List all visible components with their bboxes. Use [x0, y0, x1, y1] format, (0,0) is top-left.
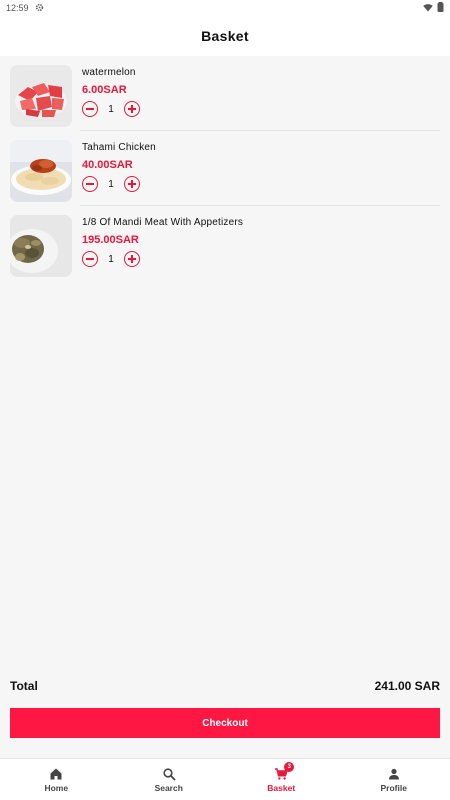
checkout-button[interactable]: Checkout	[10, 708, 440, 738]
item-price: 6.00SAR	[82, 84, 127, 96]
wifi-icon	[423, 3, 433, 14]
status-bar: 12:59	[0, 0, 450, 16]
decrease-quantity-button[interactable]	[82, 176, 98, 192]
person-icon	[388, 768, 399, 779]
page-title: Basket	[201, 28, 249, 44]
total-label: Total	[10, 679, 38, 693]
basket-item: Tahami Chicken 40.00SAR 1	[0, 131, 450, 206]
total-value: 241.00 SAR	[374, 679, 440, 693]
battery-icon	[437, 2, 444, 14]
item-price: 195.00SAR	[82, 234, 139, 246]
basket-count-badge: 3	[284, 762, 295, 772]
app-bar: Basket	[0, 16, 450, 56]
nav-home[interactable]: Home	[0, 759, 113, 800]
search-icon	[163, 767, 176, 780]
item-name: 1/8 Of Mandi Meat With Appetizers	[82, 217, 244, 228]
item-info: watermelon 6.00SAR 1	[82, 65, 140, 117]
chicken-rice-image	[10, 140, 72, 202]
mandi-meat-image	[10, 215, 72, 277]
settings-icon	[35, 3, 44, 14]
nav-profile[interactable]: Profile	[338, 759, 450, 800]
item-quantity: 1	[108, 103, 114, 115]
nav-basket-label: Basket	[267, 782, 296, 793]
total-row: Total 241.00 SAR	[10, 678, 440, 694]
item-name: watermelon	[82, 67, 136, 78]
item-info: Tahami Chicken 40.00SAR 1	[82, 140, 156, 192]
watermelon-image	[10, 65, 72, 127]
basket-list: watermelon 6.00SAR 1 Tahami Chicken 40.0…	[0, 56, 450, 281]
status-time: 12:59	[6, 3, 29, 13]
nav-search[interactable]: Search	[113, 759, 226, 800]
decrease-quantity-button[interactable]	[82, 251, 98, 267]
quantity-stepper: 1	[82, 176, 156, 192]
increase-quantity-button[interactable]	[124, 101, 140, 117]
item-name: Tahami Chicken	[82, 142, 156, 153]
basket-item: 1/8 Of Mandi Meat With Appetizers 195.00…	[0, 206, 450, 281]
nav-profile-label: Profile	[380, 782, 407, 793]
decrease-quantity-button[interactable]	[82, 101, 98, 117]
nav-home-label: Home	[44, 782, 69, 793]
item-price: 40.00SAR	[82, 159, 133, 171]
item-info: 1/8 Of Mandi Meat With Appetizers 195.00…	[82, 215, 243, 267]
bottom-nav: Home Search 3 Basket Profile	[0, 758, 450, 800]
item-quantity: 1	[108, 253, 114, 265]
item-quantity: 1	[108, 178, 114, 190]
quantity-stepper: 1	[82, 101, 140, 117]
increase-quantity-button[interactable]	[124, 176, 140, 192]
nav-search-label: Search	[154, 782, 183, 793]
increase-quantity-button[interactable]	[124, 251, 140, 267]
quantity-stepper: 1	[82, 251, 243, 267]
home-icon	[50, 768, 62, 779]
basket-item: watermelon 6.00SAR 1	[0, 56, 450, 131]
nav-basket[interactable]: 3 Basket	[225, 759, 338, 800]
